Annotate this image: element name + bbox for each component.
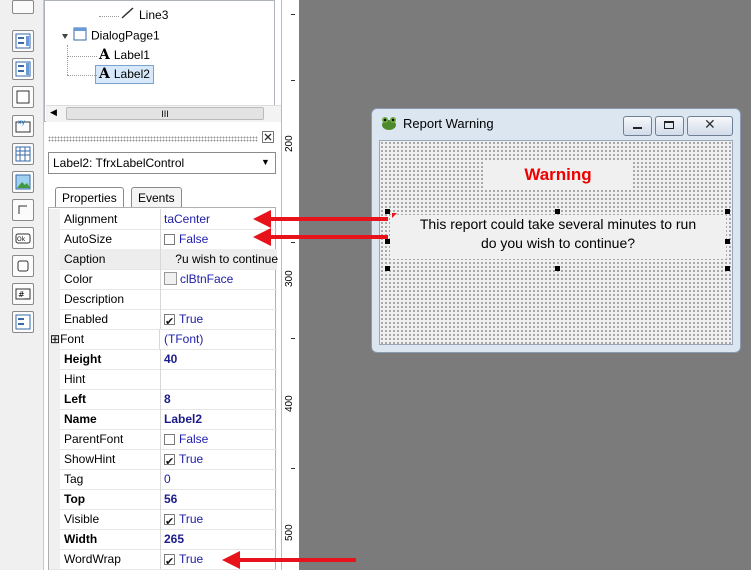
chevron-down-icon[interactable]: ▼ (261, 157, 270, 167)
maximize-icon (664, 121, 674, 129)
ruler-label: 500 (284, 524, 295, 541)
property-grid: Alignment taCenter AutoSize False Caption u… (48, 207, 278, 570)
palette-panel-icon[interactable] (12, 86, 34, 108)
palette-radio-icon[interactable] (12, 0, 34, 14)
expand-plus-icon[interactable]: ⊞ (50, 332, 60, 346)
prop-row-alignment[interactable]: Alignment taCenter (49, 209, 277, 230)
splitter[interactable] (48, 136, 258, 142)
tab-properties[interactable]: Properties (55, 187, 124, 208)
label-a-icon: A (99, 66, 110, 83)
palette-spinedit-icon[interactable] (12, 311, 34, 333)
prop-row-caption[interactable]: Caption u wish to continue? (49, 249, 278, 270)
prop-row-tag[interactable]: Tag 0 (49, 469, 277, 490)
prop-row-visible[interactable]: VisibleTrue (49, 509, 277, 530)
svg-text:Ok: Ok (17, 236, 26, 243)
palette-image-icon[interactable] (12, 171, 34, 193)
label-a-icon: A (99, 47, 110, 64)
prop-row-enabled[interactable]: EnabledTrue (49, 309, 277, 330)
selection-handle[interactable] (725, 239, 730, 244)
dialog-titlebar[interactable]: Report Warning ✕ (372, 109, 740, 137)
prop-row-autosize[interactable]: AutoSize False (49, 229, 277, 250)
tab-events[interactable]: Events (131, 187, 182, 208)
dialog-page-icon (73, 27, 87, 46)
ruler-label: 400 (284, 395, 295, 412)
prop-row-showhint[interactable]: ShowHintTrue (49, 449, 277, 470)
ruler-label: 200 (284, 135, 295, 152)
line-icon (121, 7, 135, 24)
prop-row-height[interactable]: Height 40 (49, 349, 277, 370)
prop-row-name[interactable]: Name Label2 (49, 409, 277, 430)
selection-handle[interactable] (725, 209, 730, 214)
annotation-arrow-autosize (269, 235, 388, 239)
palette-checkbox-icon[interactable] (12, 255, 34, 277)
palette-button-icon[interactable]: Ok (12, 227, 34, 249)
vertical-ruler: 200 300 400 500 (281, 0, 299, 570)
tree-item-label2[interactable]: A Label2 (95, 65, 154, 84)
checkbox-unchecked[interactable] (164, 234, 175, 245)
warning-heading-label[interactable]: Warning (485, 160, 631, 190)
object-selector[interactable]: Label2: TfrxLabelControl ▼ (48, 152, 276, 174)
annotation-arrow-wordwrap (238, 558, 356, 562)
selection-handle[interactable] (385, 266, 390, 271)
close-icon[interactable] (262, 131, 274, 143)
palette-grid-icon[interactable] (12, 143, 34, 165)
dialog-design-surface[interactable]: Warning This report could take several m… (379, 140, 733, 345)
maximize-button[interactable] (655, 116, 684, 136)
checkbox-checked[interactable] (164, 512, 175, 529)
prop-row-left[interactable]: Left 8 (49, 389, 277, 410)
selection-handle[interactable] (725, 266, 730, 271)
prop-row-color[interactable]: Color clBtnFace (49, 269, 277, 290)
checkbox-checked[interactable] (164, 452, 175, 469)
report-warning-dialog[interactable]: Report Warning ✕ Warning This report cou… (371, 108, 741, 353)
prop-row-parentfont[interactable]: ParentFont False (49, 429, 277, 450)
selection-handle[interactable] (555, 266, 560, 271)
prop-row-top[interactable]: Top 56 (49, 489, 277, 510)
prop-row-font[interactable]: ⊞Font (TFont) (49, 329, 277, 350)
palette-bevel-icon[interactable] (12, 199, 34, 221)
minimize-icon (633, 127, 642, 129)
tree-item-label1[interactable]: A Label1 (99, 47, 150, 64)
tree-item-dialogpage1[interactable]: DialogPage1 (61, 27, 160, 44)
svg-text:#_: #_ (18, 290, 30, 299)
selection-handle[interactable] (385, 239, 390, 244)
prop-row-width[interactable]: Width 265 (49, 529, 277, 550)
frog-app-icon (380, 115, 398, 134)
origin-marker (392, 213, 397, 218)
collapse-triangle-icon[interactable] (61, 28, 69, 45)
message-label[interactable]: This report could take several minutes t… (390, 215, 726, 259)
close-button[interactable]: ✕ (687, 116, 733, 136)
palette-listbox-icon[interactable] (12, 30, 34, 52)
minimize-button[interactable] (623, 116, 652, 136)
checkbox-unchecked[interactable] (164, 434, 175, 445)
tree-horizontal-scrollbar[interactable]: ◀ III ▶ (46, 105, 301, 122)
selection-handle[interactable] (555, 209, 560, 214)
ruler-label: 300 (284, 270, 295, 287)
svg-text:xy: xy (18, 119, 26, 126)
annotation-arrow-alignment (269, 217, 388, 221)
scrollbar-thumb[interactable]: III (66, 107, 264, 120)
report-tree: Line3 DialogPage1 ALabel1 ALabel2 ▼ ◀ II… (44, 0, 319, 122)
close-x-icon: ✕ (704, 116, 716, 132)
tree-item-line3[interactable]: Line3 (121, 7, 168, 24)
component-palette: xy Ok #_ (0, 0, 44, 570)
palette-edit-icon[interactable]: #_ (12, 283, 34, 305)
checkbox-checked[interactable] (164, 312, 175, 329)
prop-row-hint[interactable]: Hint (49, 369, 277, 390)
prop-row-description[interactable]: Description (49, 289, 277, 310)
palette-groupbox-icon[interactable]: xy (12, 115, 34, 137)
scroll-left-icon[interactable]: ◀ (50, 107, 57, 118)
selection-handle[interactable] (385, 209, 390, 214)
palette-combobox-icon[interactable] (12, 58, 34, 80)
checkbox-checked[interactable] (164, 552, 175, 569)
color-swatch (164, 272, 177, 285)
